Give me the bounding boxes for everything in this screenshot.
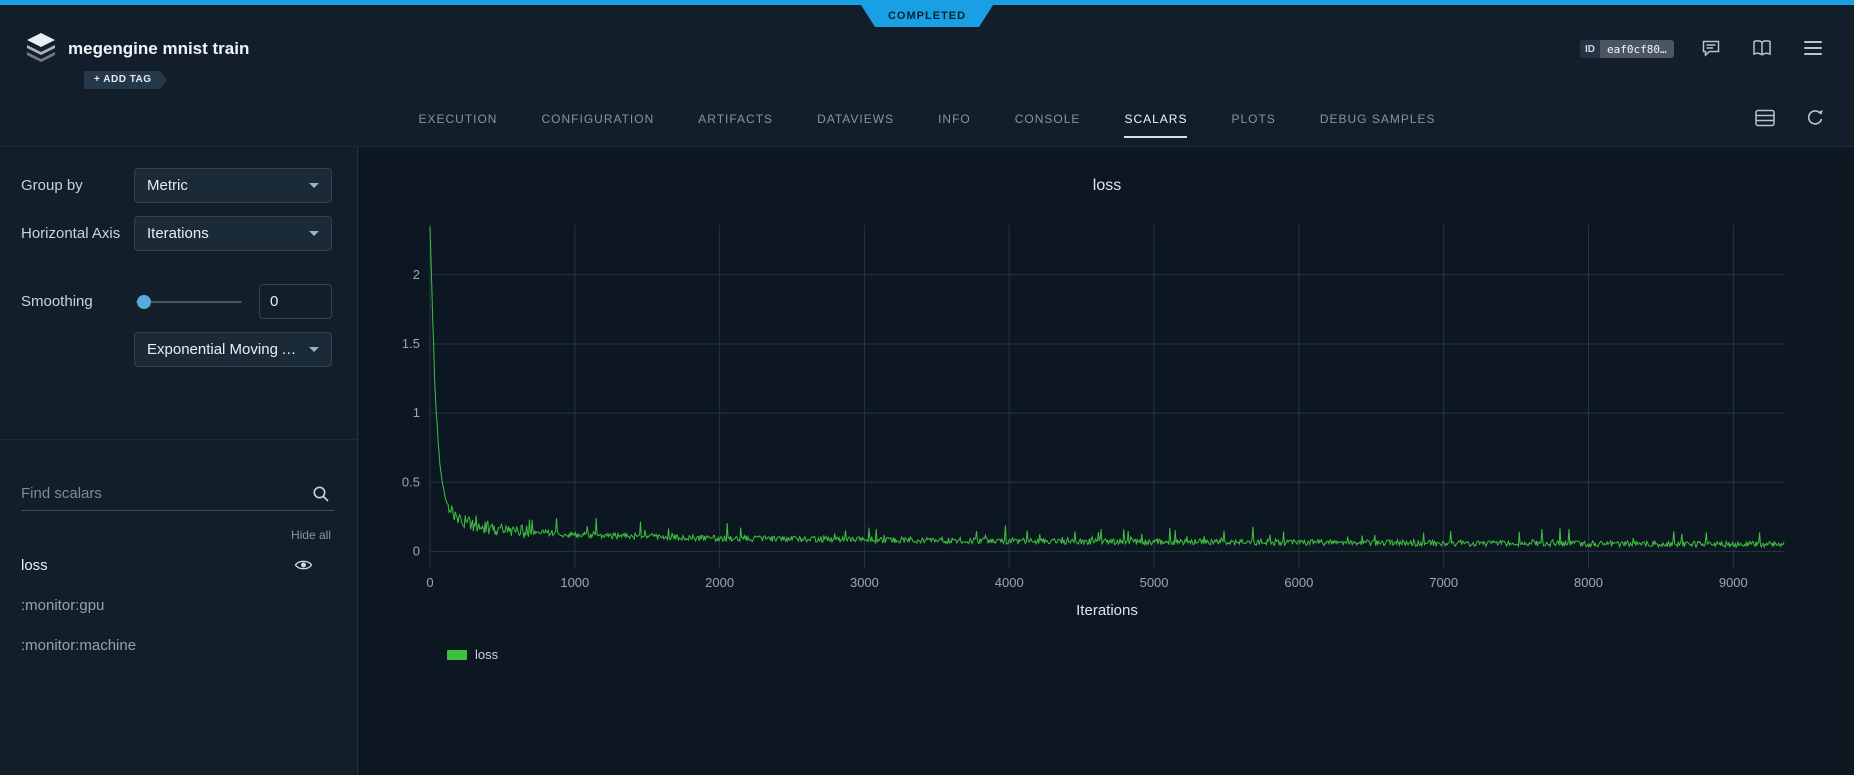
- svg-text:2: 2: [413, 267, 420, 282]
- smoothing-slider-thumb[interactable]: [137, 295, 151, 309]
- tab-label: DATAVIEWS: [817, 112, 894, 138]
- tab-dataviews[interactable]: DATAVIEWS: [805, 100, 906, 138]
- svg-text:4000: 4000: [995, 575, 1024, 590]
- comment-button[interactable]: [1700, 37, 1722, 59]
- tab-configuration[interactable]: CONFIGURATION: [529, 100, 666, 138]
- tab-info[interactable]: INFO: [926, 100, 983, 138]
- tab-scalars[interactable]: SCALARS: [1112, 100, 1199, 138]
- refresh-icon: [1805, 108, 1825, 128]
- loss-chart[interactable]: 0 1000 2000 3000 4000 5000 6000 7000 8000 9000 0 0.…: [359, 147, 1854, 775]
- eye-icon[interactable]: [294, 558, 313, 572]
- svg-text:7000: 7000: [1429, 575, 1458, 590]
- horizontal-axis-label: Horizontal Axis: [21, 216, 120, 251]
- chevron-down-icon: [309, 347, 319, 352]
- group-by-label: Group by: [21, 168, 83, 203]
- auto-refresh-button[interactable]: [1804, 107, 1826, 129]
- scalar-item-label: :monitor:machine: [21, 637, 136, 654]
- svg-text:1: 1: [413, 405, 420, 420]
- tab-console[interactable]: CONSOLE: [1003, 100, 1093, 138]
- tab-label: EXECUTION: [418, 112, 497, 138]
- hamburger-icon: [1804, 41, 1822, 55]
- search-icon[interactable]: [312, 485, 330, 508]
- tab-label: CONFIGURATION: [541, 112, 654, 138]
- id-chip-value: eaf0cf80…: [1600, 40, 1674, 58]
- docs-button[interactable]: [1751, 37, 1773, 59]
- scalars-sidebar: Group by Metric Horizontal Axis Iteratio…: [0, 147, 358, 775]
- scalar-list: loss :monitor:gpu :monitor:machine: [0, 545, 357, 665]
- add-tag-button[interactable]: + ADD TAG: [84, 71, 168, 89]
- tab-label: ARTIFACTS: [698, 112, 773, 138]
- svg-text:0: 0: [413, 543, 420, 558]
- book-icon: [1751, 39, 1773, 57]
- svg-text:1000: 1000: [560, 575, 589, 590]
- group-by-dropdown[interactable]: Metric: [134, 168, 332, 203]
- experiment-id-chip[interactable]: ID eaf0cf80…: [1580, 40, 1674, 58]
- svg-text:1.5: 1.5: [402, 336, 420, 351]
- tab-label: DEBUG SAMPLES: [1320, 112, 1436, 138]
- id-chip-label: ID: [1580, 40, 1600, 58]
- scalar-item-loss[interactable]: loss: [0, 545, 357, 585]
- smoothing-slider[interactable]: [136, 301, 242, 303]
- tab-label: CONSOLE: [1015, 112, 1081, 138]
- smoothing-label: Smoothing: [21, 284, 93, 319]
- find-scalars-input[interactable]: [21, 477, 301, 510]
- sidebar-divider: [0, 439, 357, 440]
- x-axis-title: Iterations: [430, 602, 1784, 619]
- top-accent-strip: [0, 0, 1854, 5]
- legend-label: loss: [475, 647, 498, 662]
- legend-item-loss[interactable]: loss: [447, 647, 498, 662]
- svg-text:9000: 9000: [1719, 575, 1748, 590]
- scalar-item-monitor-machine[interactable]: :monitor:machine: [0, 625, 357, 665]
- tab-bar: EXECUTION CONFIGURATION ARTIFACTS DATAVIEWS…: [0, 100, 1854, 138]
- tab-artifacts[interactable]: ARTIFACTS: [686, 100, 785, 138]
- menu-button[interactable]: [1802, 37, 1824, 59]
- tab-plots[interactable]: PLOTS: [1219, 100, 1287, 138]
- smoothing-method-value: Exponential Moving Av…: [147, 341, 301, 358]
- find-scalars-field: [21, 477, 334, 511]
- scalar-item-monitor-gpu[interactable]: :monitor:gpu: [0, 585, 357, 625]
- tab-label: INFO: [938, 112, 971, 138]
- group-by-value: Metric: [147, 177, 301, 194]
- app-logo-icon: [24, 32, 58, 62]
- scalars-panel: loss 0 1000 2000 3000 4000 5000 6000 7000 8000 90…: [359, 147, 1854, 775]
- tab-debug-samples[interactable]: DEBUG SAMPLES: [1308, 100, 1448, 138]
- svg-text:5000: 5000: [1140, 575, 1169, 590]
- status-badge: COMPLETED: [861, 5, 993, 27]
- metrics-table-button[interactable]: [1754, 107, 1776, 129]
- smoothing-method-dropdown[interactable]: Exponential Moving Av…: [134, 332, 332, 367]
- svg-text:2000: 2000: [705, 575, 734, 590]
- horizontal-axis-dropdown[interactable]: Iterations: [134, 216, 332, 251]
- svg-text:6000: 6000: [1284, 575, 1313, 590]
- horizontal-axis-value: Iterations: [147, 225, 301, 242]
- scalar-item-label: :monitor:gpu: [21, 597, 104, 614]
- tab-label: SCALARS: [1124, 112, 1187, 138]
- legend-swatch: [447, 650, 467, 660]
- svg-text:8000: 8000: [1574, 575, 1603, 590]
- svg-text:3000: 3000: [850, 575, 879, 590]
- hide-all-link[interactable]: Hide all: [291, 528, 331, 542]
- experiment-title: megengine mnist train: [68, 39, 249, 59]
- tab-label: PLOTS: [1231, 112, 1275, 138]
- table-icon: [1755, 109, 1775, 127]
- tab-execution[interactable]: EXECUTION: [406, 100, 509, 138]
- chevron-down-icon: [309, 231, 319, 236]
- smoothing-value-input[interactable]: [259, 284, 332, 319]
- comment-icon: [1701, 38, 1721, 58]
- svg-text:0.5: 0.5: [402, 474, 420, 489]
- svg-text:0: 0: [426, 575, 433, 590]
- chevron-down-icon: [309, 183, 319, 188]
- scalar-item-label: loss: [21, 557, 48, 574]
